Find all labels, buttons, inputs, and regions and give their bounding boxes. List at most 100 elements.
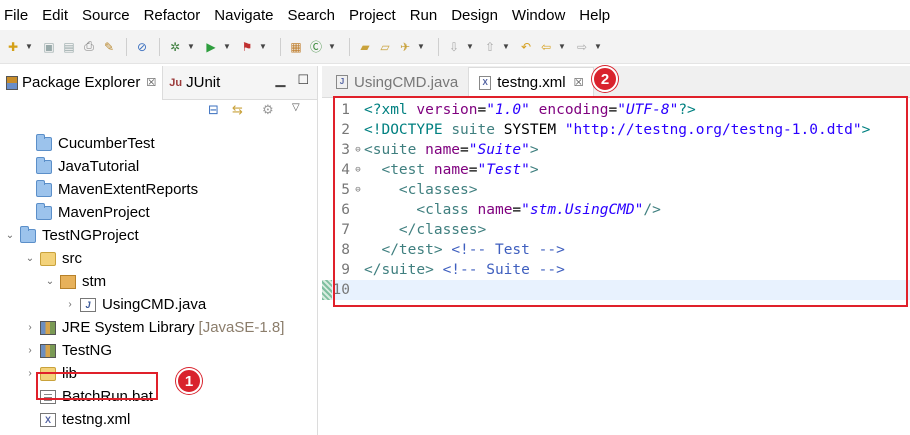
package-explorer-pane: Package Explorer ☒ Ju JUnit ▁ ☐ ⊟ ⇆ ⚙ ▽ …: [0, 65, 318, 435]
save-all-icon[interactable]: ▤: [60, 38, 78, 56]
next-annotation-icon[interactable]: ⇩: [445, 38, 463, 56]
project-folder-icon: [36, 133, 52, 151]
expand-chevron-icon[interactable]: ⌄: [44, 276, 56, 287]
collapse-chevron-icon[interactable]: ›: [64, 299, 76, 310]
main-toolbar: ✚ ▼ ▣ ▤ ⎙ ✎ ⊘ ✲ ▼ ▶ ▼ ⚑ ▼ ▦ Ⓒ ▼ ▰ ▱ ✈ ▼ ⇩ ▼ ⇧ ▼ …: [0, 30, 910, 64]
menu-help[interactable]: Help: [579, 7, 610, 24]
menu-navigate[interactable]: Navigate: [214, 7, 273, 24]
expand-chevron-icon[interactable]: ⌄: [24, 253, 36, 264]
previous-annotation-dropdown-icon[interactable]: ▼: [501, 38, 511, 56]
maximize-icon[interactable]: ☐: [297, 72, 309, 88]
java-file-icon: J: [336, 75, 348, 89]
open-type-icon[interactable]: ▰: [356, 38, 374, 56]
tree-item[interactable]: MavenExtentReports: [20, 178, 198, 201]
menu-source[interactable]: Source: [82, 7, 130, 24]
next-annotation-dropdown-icon[interactable]: ▼: [465, 38, 475, 56]
previous-annotation-icon[interactable]: ⇧: [481, 38, 499, 56]
project-folder-icon: [20, 225, 36, 243]
forward-dropdown-icon[interactable]: ▼: [593, 38, 603, 56]
collapse-chevron-icon[interactable]: ›: [24, 368, 36, 379]
new-class-dropdown-icon[interactable]: ▼: [327, 38, 337, 56]
tree-item[interactable]: › J UsingCMD.java: [64, 293, 206, 316]
menu-design[interactable]: Design: [451, 7, 498, 24]
tree-item[interactable]: JavaTutorial: [20, 155, 139, 178]
tab-usingcmd-java[interactable]: J UsingCMD.java: [326, 67, 468, 97]
package-icon: [60, 274, 76, 289]
last-edit-location-icon[interactable]: ↶: [517, 38, 535, 56]
tab-package-explorer[interactable]: Package Explorer ☒: [0, 65, 164, 100]
junit-icon: Ju: [169, 76, 183, 89]
view-toolbar: ⊟ ⇆ ⚙ ▽: [0, 100, 317, 124]
minimize-icon[interactable]: ▁: [275, 72, 285, 88]
menu-refactor[interactable]: Refactor: [144, 7, 201, 24]
tab-label: UsingCMD.java: [354, 73, 459, 91]
external-tools-dropdown-icon[interactable]: ▼: [258, 38, 268, 56]
tab-junit[interactable]: Ju JUnit: [163, 66, 226, 100]
menu-edit[interactable]: Edit: [42, 7, 68, 24]
tree-item[interactable]: › JRE System Library [JavaSE-1.8]: [24, 316, 284, 339]
external-tools-icon[interactable]: ⚑: [238, 38, 256, 56]
tab-label: Package Explorer: [22, 74, 141, 91]
tree-item-label: stm: [82, 273, 107, 290]
tree-item[interactable]: ⌄ stm: [44, 270, 106, 293]
library-icon: [40, 320, 56, 335]
print-icon[interactable]: ⎙: [80, 38, 98, 56]
expand-chevron-icon[interactable]: ⌄: [4, 230, 16, 241]
forward-icon[interactable]: ⇨: [573, 38, 591, 56]
tree-item[interactable]: ⌄ TestNGProject: [4, 224, 139, 247]
tab-testng-xml[interactable]: X testng.xml ☒: [468, 67, 595, 97]
xml-file-icon: X: [40, 412, 56, 427]
tree-item-label: UsingCMD.java: [102, 296, 207, 313]
menu-file[interactable]: File: [4, 7, 28, 24]
tab-label: JUnit: [186, 74, 221, 91]
highlight-box-editor: [333, 96, 908, 307]
tree-item-label: testng.xml: [62, 411, 131, 428]
menu-search[interactable]: Search: [287, 7, 335, 24]
collapse-chevron-icon[interactable]: ›: [24, 345, 36, 356]
tree-item-label: src: [62, 250, 82, 267]
debug-dropdown-icon[interactable]: ▼: [186, 38, 196, 56]
tree-item[interactable]: CucumberTest: [20, 132, 155, 155]
highlight-box-batchrun: [36, 372, 158, 400]
tree-item[interactable]: MavenProject: [20, 201, 150, 224]
xml-file-icon: X: [479, 75, 492, 90]
open-folder-icon[interactable]: ▱: [376, 38, 394, 56]
run-dropdown-icon[interactable]: ▼: [222, 38, 232, 56]
collapse-all-icon[interactable]: ⊟: [208, 102, 219, 118]
skip-breakpoints-icon[interactable]: ⊘: [133, 38, 151, 56]
tree-item-label: MavenExtentReports: [58, 181, 199, 198]
source-folder-icon: [40, 251, 56, 266]
open-task-icon[interactable]: ✎: [100, 38, 118, 56]
search-dropdown-icon[interactable]: ▼: [416, 38, 426, 56]
link-with-editor-icon[interactable]: ⇆: [232, 102, 243, 118]
tree-item-label: CucumberTest: [58, 135, 155, 152]
tree-item-label: JRE System Library: [62, 319, 195, 336]
tree-item[interactable]: ⌄ src: [24, 247, 82, 270]
close-icon[interactable]: ☒: [146, 76, 156, 89]
new-class-icon[interactable]: Ⓒ: [307, 38, 325, 56]
save-icon[interactable]: ▣: [40, 38, 58, 56]
close-icon[interactable]: ☒: [574, 76, 584, 89]
back-icon[interactable]: ⇦: [537, 38, 555, 56]
search-icon[interactable]: ✈: [396, 38, 414, 56]
view-menu-chevron-icon[interactable]: ▽: [292, 102, 300, 113]
toolbar-separator: [159, 37, 160, 56]
view-menu-icon[interactable]: ⚙: [262, 102, 274, 118]
pane-controls: ▁ ☐: [275, 72, 309, 88]
library-icon: [40, 343, 56, 358]
debug-icon[interactable]: ✲: [166, 38, 184, 56]
collapse-chevron-icon[interactable]: ›: [24, 322, 36, 333]
back-dropdown-icon[interactable]: ▼: [557, 38, 567, 56]
menu-run[interactable]: Run: [410, 7, 438, 24]
new-icon[interactable]: ✚: [4, 38, 22, 56]
menu-project[interactable]: Project: [349, 7, 396, 24]
tree-item-decoration: [JavaSE-1.8]: [198, 319, 285, 336]
tree-item[interactable]: › TestNG: [24, 339, 112, 362]
new-dropdown-icon[interactable]: ▼: [24, 38, 34, 56]
new-package-icon[interactable]: ▦: [287, 38, 305, 56]
tree-item[interactable]: Xtestng.xml: [24, 408, 130, 431]
menu-window[interactable]: Window: [512, 7, 565, 24]
run-icon[interactable]: ▶: [202, 38, 220, 56]
annotation-badge-1: 1: [176, 368, 202, 394]
editor-area: J UsingCMD.java X testng.xml ☒ 2 1 <?xml …: [322, 66, 910, 435]
